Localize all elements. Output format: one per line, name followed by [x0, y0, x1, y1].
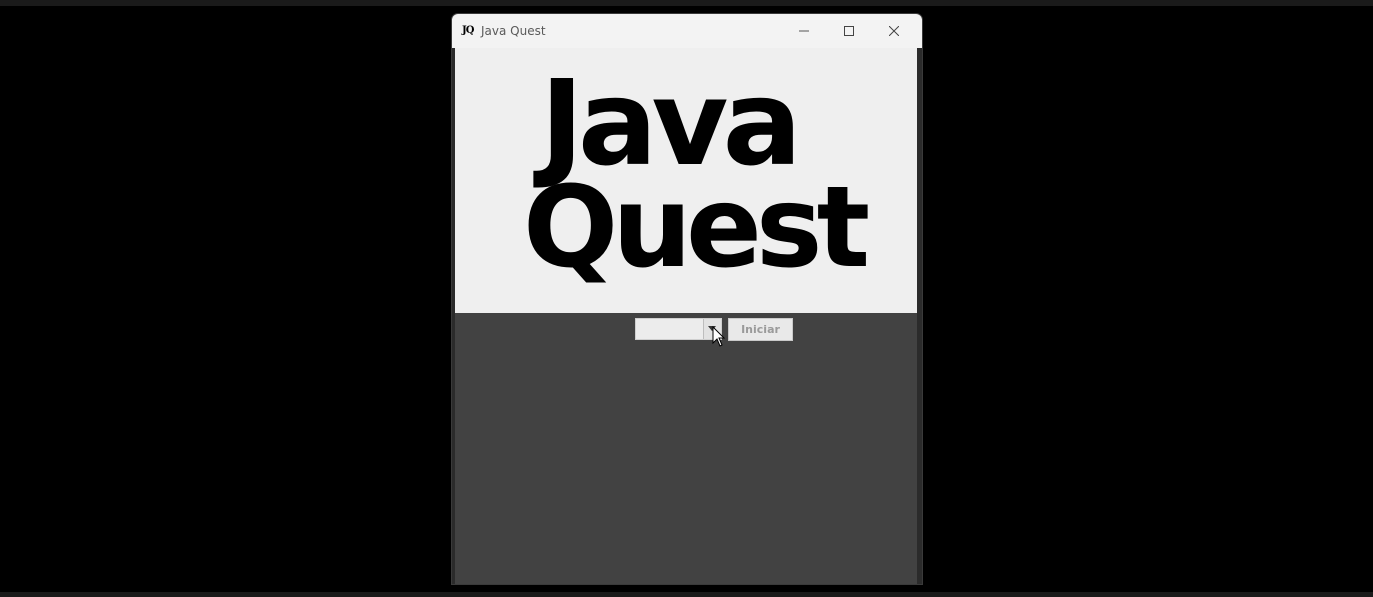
logo-word-quest: Quest [523, 163, 870, 293]
maximize-button[interactable] [827, 19, 871, 43]
mouse-cursor-icon [712, 326, 726, 347]
minimize-icon [799, 30, 809, 32]
logo-panel: Java Quest [455, 48, 917, 313]
window-title: Java Quest [481, 24, 546, 38]
maximize-icon [844, 26, 854, 36]
screen-bottom-edge [0, 592, 1373, 597]
close-button[interactable] [872, 19, 916, 43]
option-combobox[interactable] [635, 318, 722, 340]
screen-top-edge [0, 0, 1373, 6]
app-window: JQ Java Quest Java Quest Iniciar [452, 14, 922, 584]
window-titlebar[interactable]: JQ Java Quest [452, 14, 922, 48]
jq-logo-icon: JQ [462, 25, 474, 36]
start-button[interactable]: Iniciar [728, 318, 793, 341]
close-icon [889, 26, 899, 36]
main-content: Iniciar [455, 313, 917, 584]
minimize-button[interactable] [782, 19, 826, 43]
